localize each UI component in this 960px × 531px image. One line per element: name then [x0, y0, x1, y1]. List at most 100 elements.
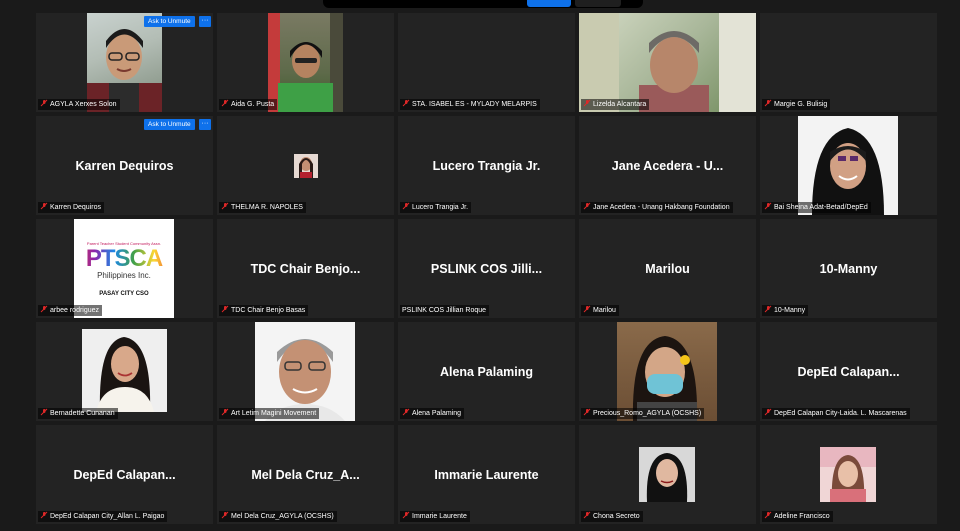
participant-display-name: Alena Palaming [439, 365, 534, 379]
participant-name: 10-Manny [774, 307, 806, 314]
participant-name: THELMA R. NAPOLES [231, 204, 303, 211]
video-feed [87, 13, 162, 112]
participant-tile[interactable]: THELMA R. NAPOLES [217, 116, 394, 215]
gallery-grid: Ask to Unmute ··· AGYLA Xerxes Solon Aid… [36, 13, 937, 527]
profile-picture [820, 447, 876, 502]
muted-mic-icon [40, 99, 48, 107]
participant-name: Chona Secreto [593, 513, 640, 520]
participant-name: Marilou [593, 307, 616, 314]
participant-name: Karren Dequiros [50, 204, 101, 211]
participant-tile[interactable]: Mel Dela Cruz_A... Mel Dela Cruz_AGYLA (… [217, 425, 394, 524]
participant-tile[interactable]: Aida G. Pusta [217, 13, 394, 112]
participant-tile[interactable]: Parent Teacher Student Community Assn. P… [36, 219, 213, 318]
participant-name-label: Lucero Trangia Jr. [400, 202, 472, 213]
participant-name: TDC Chair Benjo Basas [231, 307, 306, 314]
muted-mic-icon [221, 408, 229, 416]
participant-name-label: Bernadette Cunanan [38, 408, 118, 419]
participant-tile[interactable]: STA. ISABEL ES - MYLADY MELARPIS [398, 13, 575, 112]
participant-name-label: Margie G. Bulisig [762, 99, 831, 110]
participant-name-label: Marilou [581, 305, 619, 316]
ask-to-unmute-button[interactable]: Ask to Unmute [144, 16, 195, 27]
participant-name-label: 10-Manny [762, 305, 809, 316]
participant-tile[interactable]: Precious_Romo_AGYLA (OCSHS) [579, 322, 756, 421]
participant-tile[interactable]: Bai Sheina Adat-Betad/DepEd [760, 116, 937, 215]
logo-sub-text: Philippines Inc. [97, 271, 151, 280]
logo-main-text: PTSCA [74, 245, 174, 273]
participant-name: DepEd Calapan City_Allan L. Paigao [50, 513, 165, 520]
participant-tile[interactable]: Chona Secreto [579, 425, 756, 524]
participant-tile[interactable]: Marilou Marilou [579, 219, 756, 318]
participant-tile[interactable]: Ask to Unmute ··· AGYLA Xerxes Solon [36, 13, 213, 112]
participant-name: Lucero Trangia Jr. [412, 204, 469, 211]
participant-display-name: TDC Chair Benjo... [250, 262, 361, 276]
participant-name: Bernadette Cunanan [50, 410, 115, 417]
participant-name-label: arbee rodriguez [38, 305, 103, 316]
muted-mic-icon [221, 511, 229, 519]
participant-name: arbee rodriguez [50, 307, 100, 314]
participant-tile[interactable]: Alena Palaming Alena Palaming [398, 322, 575, 421]
participant-tile[interactable]: PSLINK COS Jilli... PSLINK COS Jillian R… [398, 219, 575, 318]
participant-display-name: Karren Dequiros [75, 159, 174, 173]
participant-tile[interactable]: Art Letim Magini Movement [217, 322, 394, 421]
participant-tile[interactable]: Immarie Laurente Immarie Laurente [398, 425, 575, 524]
participant-tile[interactable]: TDC Chair Benjo... TDC Chair Benjo Basas [217, 219, 394, 318]
muted-mic-icon [40, 408, 48, 416]
participant-name-label: Lizelda Alcantara [581, 99, 650, 110]
participant-display-name: Immarie Laurente [434, 468, 539, 482]
participant-display-name: Jane Acedera - U... [611, 159, 724, 173]
participant-tile[interactable]: DepEd Calapan... DepEd Calapan City_Alla… [36, 425, 213, 524]
top-bar-accent[interactable] [527, 0, 571, 7]
participant-name-label: DepEd Calapan City_Allan L. Paigao [38, 511, 168, 522]
participant-name: STA. ISABEL ES - MYLADY MELARPIS [412, 101, 537, 108]
participant-name-label: THELMA R. NAPOLES [219, 202, 306, 213]
participant-name-label: Jane Acedera - Unang Hakbang Foundation [581, 202, 733, 213]
participant-tile[interactable]: Bernadette Cunanan [36, 322, 213, 421]
ptsca-logo: Parent Teacher Student Community Assn. P… [74, 219, 174, 318]
participant-tile[interactable]: 10-Manny 10-Manny [760, 219, 937, 318]
profile-picture [798, 116, 898, 215]
participant-name: Precious_Romo_AGYLA (OCSHS) [593, 410, 702, 417]
more-options-button[interactable]: ··· [199, 16, 211, 27]
muted-mic-icon [764, 408, 772, 416]
participant-name: AGYLA Xerxes Solon [50, 101, 117, 108]
participant-tile[interactable]: Jane Acedera - U... Jane Acedera - Unang… [579, 116, 756, 215]
muted-mic-icon [221, 202, 229, 210]
participant-name: Margie G. Bulisig [774, 101, 828, 108]
participant-display-name: 10-Manny [819, 262, 878, 276]
participant-name: Bai Sheina Adat-Betad/DepEd [774, 204, 868, 211]
participant-tile[interactable]: Lizelda Alcantara [579, 13, 756, 112]
participant-tile[interactable]: DepEd Calapan... DepEd Calapan City-Laid… [760, 322, 937, 421]
muted-mic-icon [583, 99, 591, 107]
muted-mic-icon [764, 511, 772, 519]
top-share-bar [323, 0, 643, 8]
participant-name-label: Art Letim Magini Movement [219, 408, 320, 419]
participant-display-name: Mel Dela Cruz_A... [251, 468, 360, 482]
logo-bottom-text: PASAY CITY CSO [99, 291, 149, 297]
participant-name-label: Mel Dela Cruz_AGYLA (OCSHS) [219, 511, 337, 522]
muted-mic-icon [40, 511, 48, 519]
participant-name-label: Chona Secreto [581, 511, 643, 522]
participant-display-name: Lucero Trangia Jr. [432, 159, 541, 173]
participant-tile[interactable]: Lucero Trangia Jr. Lucero Trangia Jr. [398, 116, 575, 215]
muted-mic-icon [583, 305, 591, 313]
participant-name-label: PSLINK COS Jillian Roque [400, 305, 490, 316]
participant-display-name: DepEd Calapan... [73, 468, 176, 482]
participant-display-name: PSLINK COS Jilli... [430, 262, 543, 276]
muted-mic-icon [402, 202, 410, 210]
more-options-button[interactable]: ··· [199, 119, 211, 130]
participant-display-name: Marilou [645, 262, 690, 276]
muted-mic-icon [402, 99, 410, 107]
video-feed [579, 13, 756, 112]
participant-tile[interactable]: Adeline Francisco [760, 425, 937, 524]
participant-tile[interactable]: Karren Dequiros Ask to Unmute ··· Karren… [36, 116, 213, 215]
video-feed [268, 13, 343, 112]
participant-tile[interactable]: Margie G. Bulisig [760, 13, 937, 112]
muted-mic-icon [583, 511, 591, 519]
participant-name-label: AGYLA Xerxes Solon [38, 99, 120, 110]
muted-mic-icon [40, 202, 48, 210]
ask-to-unmute-button[interactable]: Ask to Unmute [144, 119, 195, 130]
participant-name-label: Aida G. Pusta [219, 99, 278, 110]
participant-name-label: Adeline Francisco [762, 511, 833, 522]
top-bar-segment[interactable] [575, 0, 621, 7]
participant-name-label: Karren Dequiros [38, 202, 104, 213]
